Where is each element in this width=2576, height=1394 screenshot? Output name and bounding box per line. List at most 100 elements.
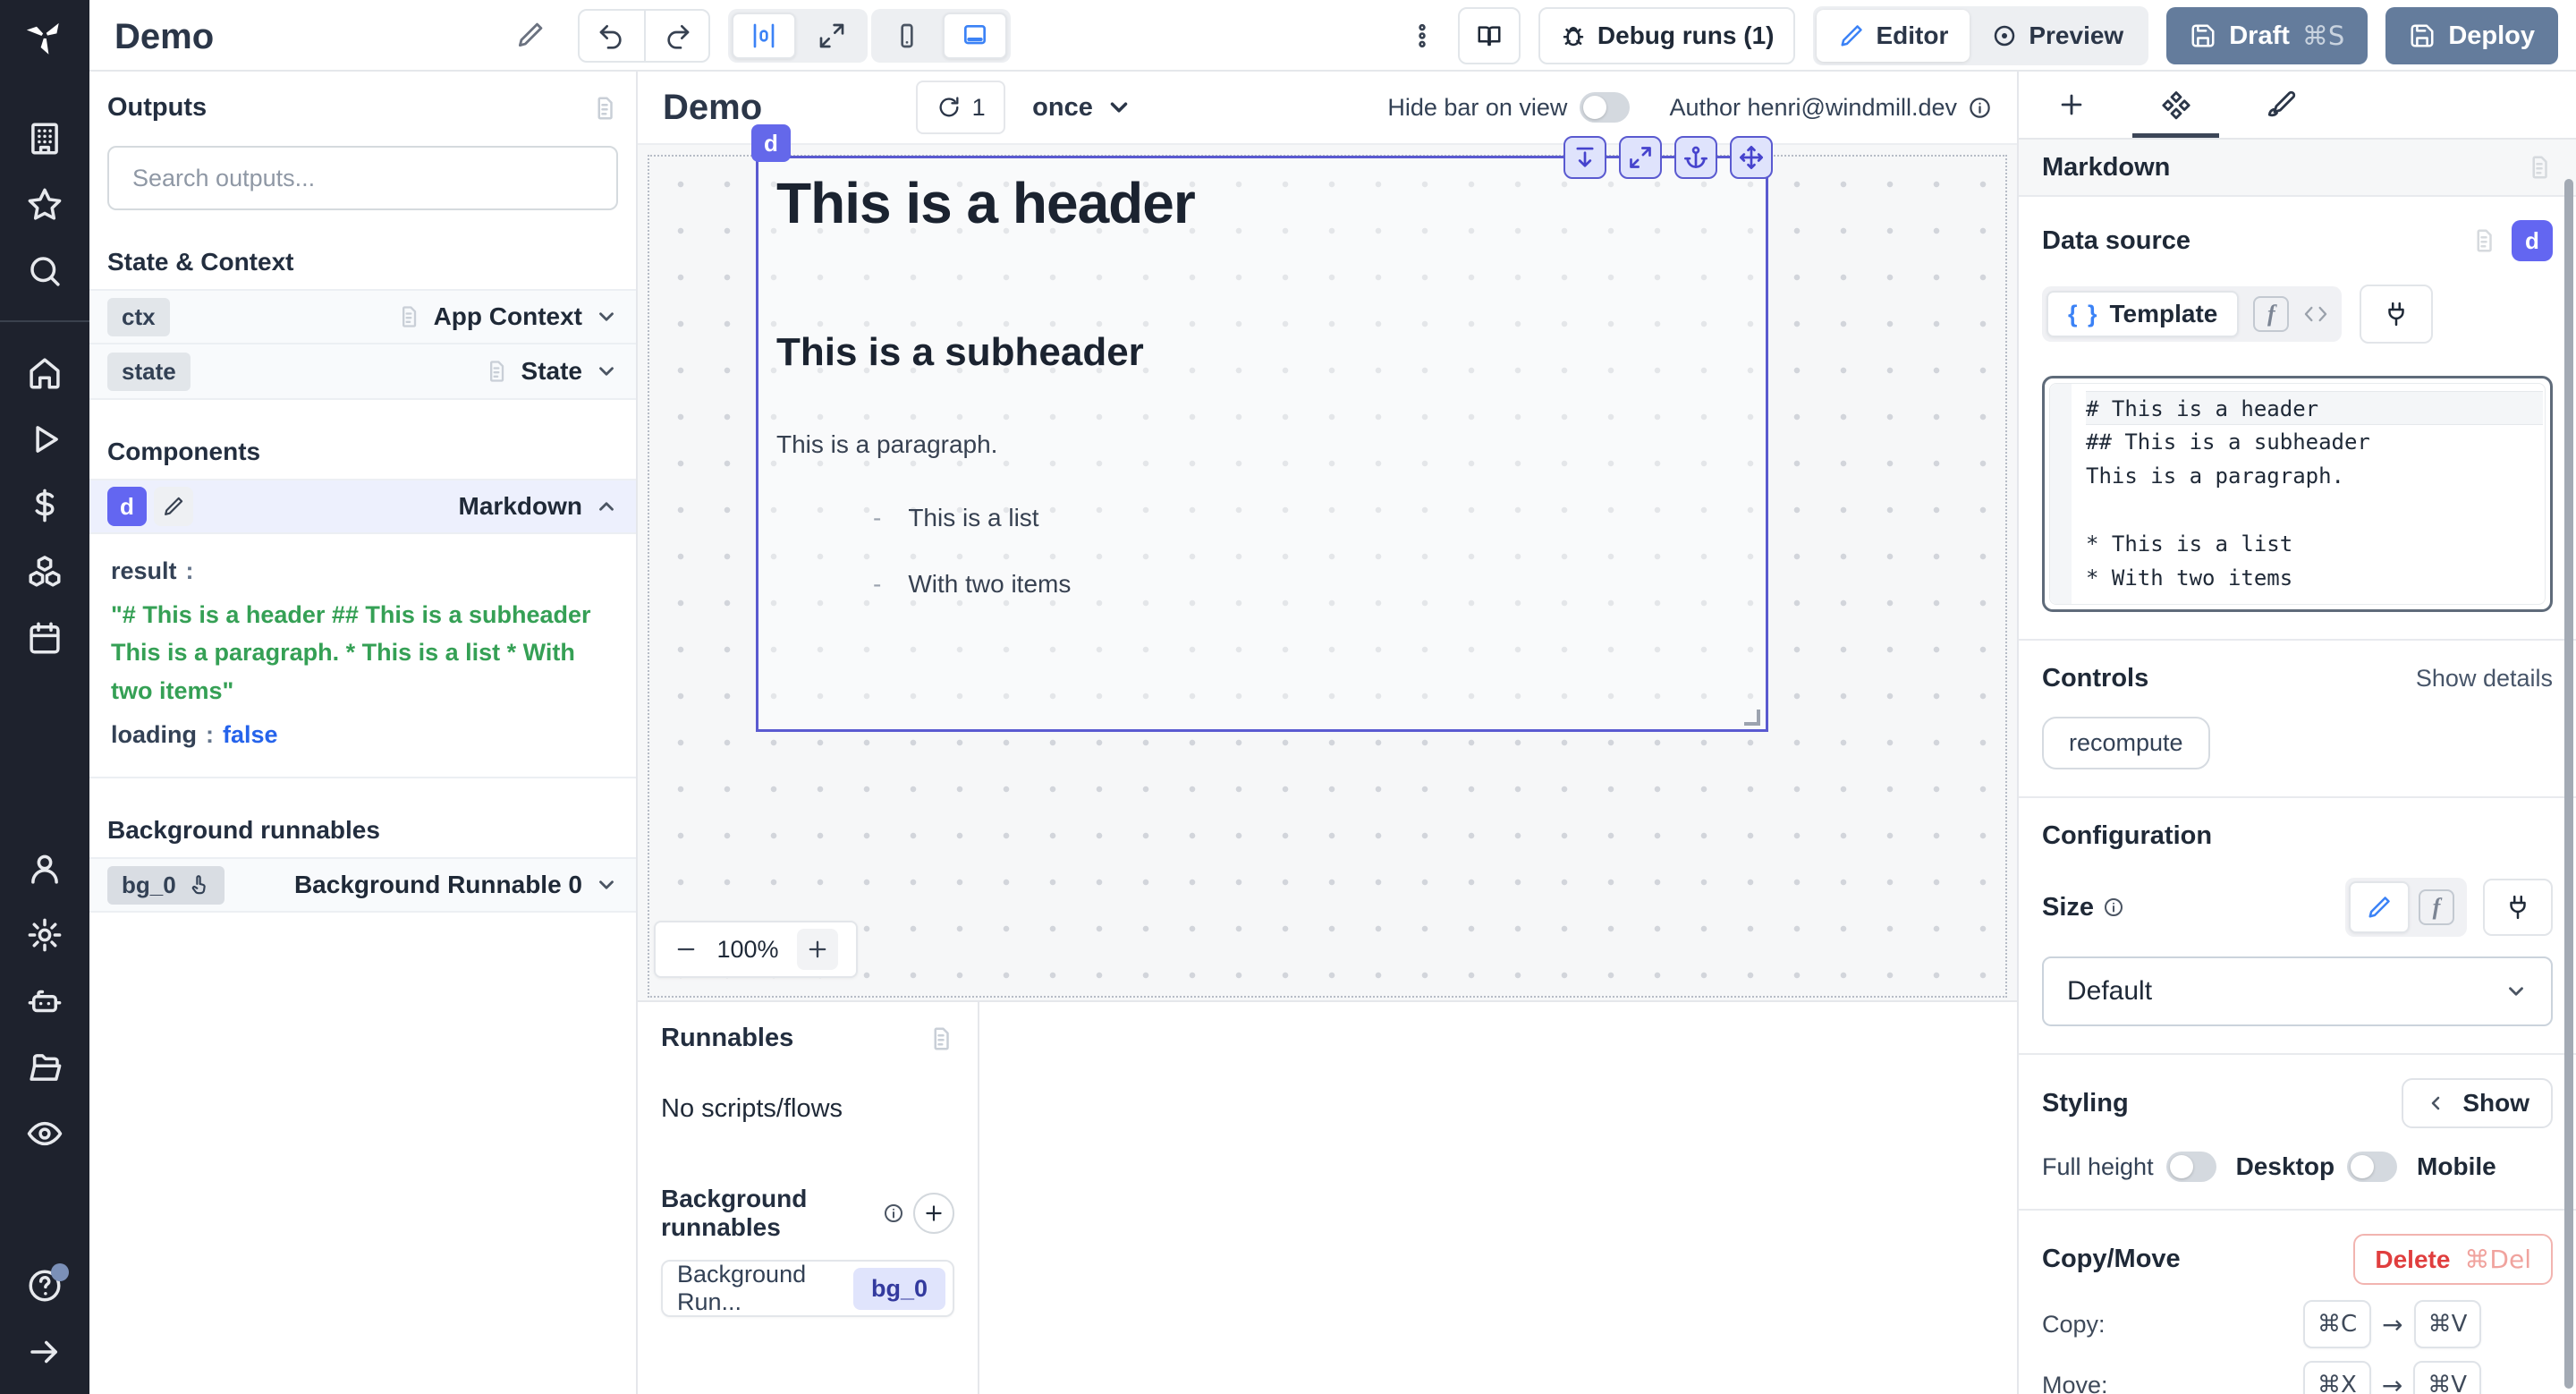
function-mode-button[interactable]: f	[2253, 296, 2289, 332]
template-mode-button[interactable]: { } Template	[2046, 291, 2239, 337]
loading-value[interactable]: false	[223, 721, 278, 748]
refresh-count-button[interactable]: 1	[916, 81, 1005, 134]
code-mode-button[interactable]	[2303, 302, 2328, 327]
runnables-log-icon[interactable]	[928, 1025, 954, 1052]
state-row[interactable]: state State	[89, 344, 636, 400]
state-badge: state	[107, 353, 191, 391]
windmill-logo[interactable]	[0, 0, 89, 72]
zoom-in-button[interactable]	[797, 929, 838, 970]
expand-down-button[interactable]	[1563, 136, 1606, 179]
copy-shortcut-label: Copy:	[2042, 1311, 2303, 1339]
deploy-button[interactable]: Deploy	[2385, 7, 2558, 64]
sidebar-item-workers[interactable]	[26, 982, 64, 1020]
code-line[interactable]: # This is a header	[2086, 391, 2543, 425]
delete-component-button[interactable]: Delete ⌘Del	[2353, 1234, 2553, 1285]
resize-handle[interactable]	[1744, 710, 1760, 726]
connect-data-button[interactable]	[2360, 285, 2433, 344]
rename-component-icon[interactable]	[154, 487, 193, 526]
anchor-button[interactable]	[1674, 136, 1717, 179]
state-log-icon[interactable]	[484, 359, 509, 384]
chevron-down-icon[interactable]	[595, 305, 618, 328]
chevron-down-icon[interactable]	[595, 873, 618, 897]
size-function-mode-button[interactable]: f	[2419, 889, 2454, 925]
size-info-icon[interactable]	[2103, 897, 2124, 918]
tab-insert-component[interactable]	[2019, 72, 2123, 138]
sidebar-item-schedules[interactable]	[26, 619, 64, 657]
more-menu-icon[interactable]	[1408, 21, 1436, 50]
sidebar-item-favorites[interactable]	[26, 186, 64, 224]
data-source-component-badge[interactable]: d	[2512, 220, 2553, 261]
editor-label: Editor	[1876, 21, 1948, 50]
chevron-down-icon[interactable]	[595, 360, 618, 383]
sidebar-item-users[interactable]	[26, 850, 64, 888]
size-static-mode-button[interactable]	[2349, 881, 2410, 933]
sidebar-item-variables[interactable]	[26, 487, 64, 524]
refresh-mode-chevron-icon[interactable]	[1106, 94, 1132, 121]
bg-runnable-item[interactable]: Background Run... bg_0	[661, 1260, 954, 1317]
tab-component-settings[interactable]	[2123, 72, 2228, 138]
component-d-row[interactable]: d Markdown	[89, 479, 636, 534]
search-outputs-input[interactable]	[132, 165, 593, 192]
data-source-log-icon[interactable]	[2470, 227, 2497, 254]
refresh-mode-label[interactable]: once	[1032, 93, 1093, 123]
edit-title-icon[interactable]	[515, 20, 546, 50]
size-connect-button[interactable]	[2483, 879, 2553, 936]
sidebar-item-search[interactable]	[26, 252, 64, 290]
bg-runnables-info-icon[interactable]	[883, 1203, 904, 1224]
tab-editor[interactable]: Editor	[1817, 10, 1970, 62]
sidebar-item-resources[interactable]	[26, 553, 64, 591]
desktop-toggle[interactable]	[2347, 1152, 2397, 1182]
debug-runs-button[interactable]: Debug runs (1)	[1538, 7, 1796, 64]
outputs-log-icon[interactable]	[591, 95, 618, 122]
expand-layout-button[interactable]	[800, 13, 864, 59]
bg0-row[interactable]: bg_0 Background Runnable 0	[89, 857, 636, 913]
chevron-up-icon[interactable]	[595, 495, 618, 518]
move-button[interactable]	[1730, 136, 1773, 179]
centered-layout-button[interactable]	[732, 13, 796, 59]
styling-show-button[interactable]: Show	[2402, 1078, 2553, 1128]
code-line[interactable]: * With two items	[2086, 561, 2545, 595]
ctx-row[interactable]: ctx App Context	[89, 289, 636, 344]
show-details-link[interactable]: Show details	[2416, 665, 2553, 693]
add-bg-runnable-button[interactable]	[913, 1193, 954, 1234]
full-height-toggle[interactable]	[2166, 1152, 2216, 1182]
redo-button[interactable]	[644, 11, 708, 61]
ctx-log-icon[interactable]	[396, 304, 421, 329]
undo-button[interactable]	[580, 11, 644, 61]
author-info-icon[interactable]	[1968, 96, 1992, 120]
markdown-component[interactable]: d This is a header This is a subheader T…	[756, 156, 1768, 732]
docs-button[interactable]	[1458, 7, 1521, 64]
sidebar-item-settings[interactable]	[26, 916, 64, 954]
result-value[interactable]: "# This is a header ## This is a subhead…	[111, 596, 614, 710]
sidebar-item-home[interactable]	[26, 354, 64, 392]
sidebar-expand-button[interactable]	[26, 1333, 64, 1371]
desktop-view-button[interactable]	[943, 13, 1007, 59]
template-code-editor[interactable]: # This is a header ## This is a subheade…	[2042, 376, 2553, 612]
draft-label: Draft	[2229, 21, 2290, 51]
zoom-out-button[interactable]	[674, 937, 699, 962]
tab-styling[interactable]	[2228, 72, 2333, 138]
code-line[interactable]: ## This is a subheader	[2086, 425, 2545, 459]
sidebar-item-runs[interactable]	[26, 421, 64, 458]
code-line[interactable]: * This is a list	[2086, 527, 2545, 561]
mobile-view-button[interactable]	[875, 13, 939, 59]
inspector-scrollbar[interactable]	[2564, 179, 2573, 1389]
tab-preview[interactable]: Preview	[1970, 10, 2145, 62]
hide-bar-toggle[interactable]	[1580, 92, 1630, 123]
app-canvas[interactable]: d This is a header This is a subheader T…	[638, 143, 2017, 1000]
sidebar-item-audit[interactable]	[26, 1115, 64, 1152]
code-line[interactable]	[2086, 493, 2545, 527]
code-line[interactable]: This is a paragraph.	[2086, 459, 2545, 493]
sidebar-item-folders[interactable]	[26, 1049, 64, 1086]
recompute-button[interactable]: recompute	[2042, 717, 2210, 769]
sidebar-item-workspace[interactable]	[26, 120, 64, 157]
code-icon	[2303, 302, 2328, 327]
draft-button[interactable]: Draft ⌘S	[2166, 7, 2368, 64]
loading-key: loading	[111, 721, 197, 748]
result-key: result	[111, 557, 177, 584]
fullscreen-button[interactable]	[1619, 136, 1662, 179]
size-select[interactable]: Default	[2042, 956, 2553, 1026]
sidebar-item-help[interactable]	[26, 1267, 64, 1305]
component-log-icon[interactable]	[2526, 154, 2553, 181]
component-tag-badge[interactable]: d	[751, 124, 791, 162]
